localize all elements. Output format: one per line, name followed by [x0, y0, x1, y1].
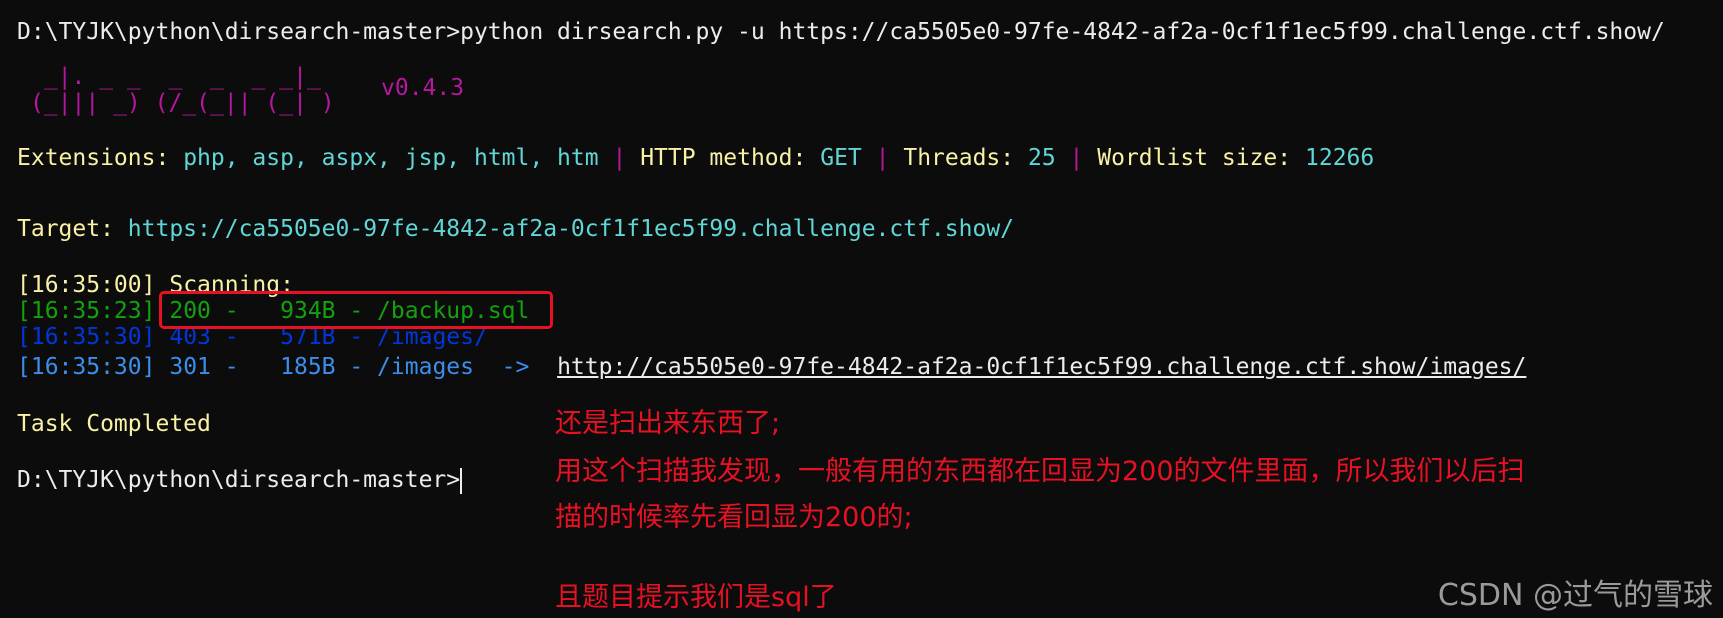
config-line: Extensions: php, asp, aspx, jsp, html, h… [17, 145, 1374, 171]
target-url: https://ca5505e0-97fe-4842-af2a-0cf1f1ec… [127, 216, 1015, 242]
banner-logo-line-2: (_||| _) (/_(_|| (_| ) [30, 90, 335, 116]
result-time: [16:35:30] [17, 354, 156, 380]
annotation-line-1: 还是扫出来东西了; [555, 408, 781, 439]
target-label: Target: [17, 216, 114, 242]
version-label: v0.4.3 [381, 75, 465, 101]
threads-value: 25 [1027, 145, 1056, 171]
redirect-link[interactable]: http://ca5505e0-97fe-4842-af2a-0cf1f1ec5… [557, 354, 1526, 380]
command-line: D:\TYJK\python\dirsearch-master>python d… [17, 19, 1665, 45]
text-cursor [460, 467, 463, 494]
annotation-line-3: 描的时候率先看回显为200的; [555, 502, 913, 533]
separator: | [612, 145, 627, 171]
banner-logo-line-1: _|. _ _ _ _ _ _|_ [30, 64, 321, 90]
separator: | [875, 145, 890, 171]
result-time: [16:35:23] [17, 298, 156, 324]
watermark: CSDN @过气的雪球 [1437, 578, 1713, 613]
task-completed-text: Task Completed [17, 411, 211, 437]
method-label: HTTP method: [640, 145, 807, 171]
prompt-text: D:\TYJK\python\dirsearch-master> [17, 467, 461, 493]
prompt-line[interactable]: D:\TYJK\python\dirsearch-master> [17, 467, 463, 494]
result-time: [16:35:30] [17, 324, 156, 350]
extensions-label: Extensions: [17, 145, 170, 171]
highlight-box [159, 291, 553, 329]
result-row: [16:35:30] 301 - 185B - /images -> http:… [17, 354, 1526, 380]
annotation-line-2: 用这个扫描我发现，一般有用的东西都在回显为200的文件里面，所以我们以后扫 [555, 456, 1525, 487]
separator: | [1069, 145, 1084, 171]
scan-start-time: [16:35:00] [17, 272, 156, 298]
target-line: Target: https://ca5505e0-97fe-4842-af2a-… [17, 216, 1014, 242]
method-value: GET [820, 145, 862, 171]
result-text: 301 - 185B - /images -> [169, 354, 530, 380]
extensions-value: php, asp, aspx, jsp, html, htm [183, 145, 599, 171]
wordlist-label: Wordlist size: [1097, 145, 1292, 171]
wordlist-value: 12266 [1305, 145, 1375, 171]
annotation-line-4: 且题目提示我们是sql了 [555, 582, 837, 613]
threads-label: Threads: [903, 145, 1015, 171]
